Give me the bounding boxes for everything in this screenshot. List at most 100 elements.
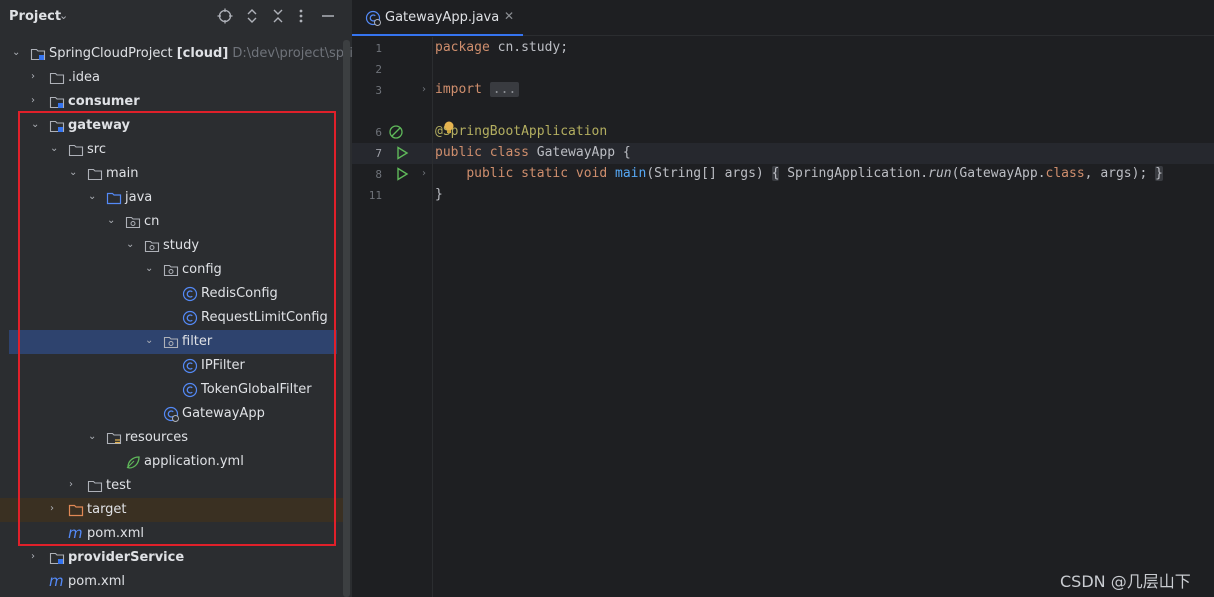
tree-item-label: target	[87, 502, 127, 517]
tree-item-idea[interactable]: › .idea	[0, 66, 343, 90]
project-tool-window: Project ⌄ ⌄ SpringCloudProject [cloud] D…	[0, 0, 352, 597]
maven-icon: m	[68, 524, 83, 542]
folded-imports[interactable]: ...	[489, 82, 520, 97]
code-text: GatewayApp {	[528, 145, 631, 160]
tree-item-cn[interactable]: ⌄ cn	[0, 210, 343, 234]
run-icon[interactable]	[394, 145, 410, 161]
collapse-all-icon[interactable]	[271, 8, 285, 27]
tree-item-label: SpringCloudProject	[49, 46, 173, 61]
tree-item-target[interactable]: › target	[0, 498, 343, 522]
tree-item-label: filter	[182, 334, 213, 349]
code-line-7[interactable]: public class GatewayApp {	[435, 145, 631, 160]
tree-item-root-pom-xml[interactable]: m pom.xml	[0, 570, 343, 594]
tree-item-resources[interactable]: ⌄ resources	[0, 426, 343, 450]
chevron-right-icon[interactable]: ›	[422, 84, 426, 95]
keyword: package	[435, 40, 490, 55]
chevron-down-icon[interactable]: ⌄	[145, 335, 155, 347]
chevron-down-icon[interactable]: ⌄	[107, 215, 117, 227]
folder-icon	[49, 70, 65, 86]
tree-item-label: TokenGlobalFilter	[201, 382, 312, 397]
project-panel-scrollbar[interactable]	[343, 40, 350, 597]
resources-folder-icon	[106, 430, 122, 446]
line-number: 7	[375, 147, 382, 160]
tree-item-filter[interactable]: ⌄ filter	[9, 330, 337, 354]
code-line-11[interactable]: }	[435, 187, 443, 202]
tree-item-providerservice[interactable]: › providerService	[0, 546, 343, 570]
chevron-down-icon[interactable]: ⌄	[59, 9, 68, 22]
chevron-down-icon[interactable]: ⌄	[88, 431, 98, 443]
tree-item-src[interactable]: ⌄ src	[0, 138, 343, 162]
keyword: import	[435, 82, 482, 97]
project-path: D:\dev\project\spring	[232, 46, 352, 61]
tree-item-consumer[interactable]: › consumer	[0, 90, 343, 114]
folded-brace[interactable]: }	[1155, 166, 1163, 181]
line-number: 6	[375, 126, 382, 139]
tree-item-label: resources	[125, 430, 189, 445]
chevron-right-icon[interactable]: ›	[31, 95, 41, 107]
code-line-8[interactable]: public static void main(String[] args) {…	[435, 166, 1163, 181]
lightbulb-icon[interactable]	[442, 120, 458, 136]
code-line-6[interactable]: @SpringBootApplication	[435, 124, 607, 139]
tree-item-springcloudproject[interactable]: ⌄ SpringCloudProject [cloud] D:\dev\proj…	[0, 42, 352, 66]
folder-icon	[87, 166, 103, 182]
chevron-right-icon[interactable]: ›	[422, 168, 426, 179]
hide-icon[interactable]	[321, 8, 335, 27]
chevron-right-icon[interactable]: ›	[50, 503, 60, 515]
code-line-3[interactable]: import ...	[435, 82, 520, 97]
chevron-down-icon[interactable]: ⌄	[50, 143, 60, 155]
tree-item-study[interactable]: ⌄ study	[0, 234, 343, 258]
line-number: 1	[375, 42, 382, 55]
tree-item-tokenglobalfilter[interactable]: TokenGlobalFilter	[0, 378, 343, 402]
chevron-down-icon[interactable]: ⌄	[31, 119, 41, 131]
chevron-down-icon[interactable]: ⌄	[126, 239, 136, 251]
spring-bean-icon[interactable]	[388, 124, 404, 140]
annotation: SpringBootApplication	[442, 124, 608, 139]
code-text: }	[435, 187, 443, 202]
tree-item-label: providerService	[68, 550, 185, 565]
code-text: SpringApplication.	[779, 166, 929, 181]
tree-item-pom-xml[interactable]: m pom.xml	[0, 522, 343, 546]
chevron-right-icon[interactable]: ›	[31, 71, 41, 83]
locate-icon[interactable]	[217, 8, 233, 27]
editor-tab-gatewayapp[interactable]: GatewayApp.java ✕	[352, 0, 523, 36]
tree-item-ipfilter[interactable]: IPFilter	[0, 354, 343, 378]
chevron-down-icon[interactable]: ⌄	[69, 167, 79, 179]
options-icon[interactable]	[298, 8, 304, 27]
tree-item-java[interactable]: ⌄ java	[0, 186, 343, 210]
line-number: 11	[368, 189, 382, 202]
module-folder-icon	[49, 550, 65, 566]
tree-item-main[interactable]: ⌄ main	[0, 162, 343, 186]
close-icon[interactable]: ✕	[504, 9, 514, 23]
tree-item-requestlimitconfig[interactable]: RequestLimitConfig	[0, 306, 343, 330]
tree-item-label: consumer	[68, 94, 140, 109]
tree-item-label: RedisConfig	[201, 286, 278, 301]
expand-all-icon[interactable]	[245, 8, 259, 27]
tab-label: GatewayApp.java	[385, 10, 500, 25]
tree-item-label: src	[87, 142, 106, 157]
keyword: class	[1045, 166, 1085, 181]
tree-item-application-yml[interactable]: application.yml	[0, 450, 343, 474]
code-text: cn.study;	[489, 40, 569, 55]
chevron-right-icon[interactable]: ›	[69, 479, 79, 491]
java-class-icon	[182, 382, 198, 398]
tree-item-redisconfig[interactable]: RedisConfig	[0, 282, 343, 306]
editor-gutter: 1 2 3 6 7 8 11 › ›	[352, 37, 432, 597]
code-line-1[interactable]: package cn.study;	[435, 40, 568, 55]
package-icon	[163, 334, 179, 350]
project-view-selector[interactable]: Project	[9, 9, 61, 24]
tree-item-config[interactable]: ⌄ config	[0, 258, 343, 282]
method-name: main	[615, 166, 647, 181]
chevron-right-icon[interactable]: ›	[31, 551, 41, 563]
module-folder-icon	[30, 46, 46, 62]
tree-item-gateway[interactable]: ⌄ gateway	[0, 114, 343, 138]
chevron-down-icon[interactable]: ⌄	[12, 47, 22, 59]
chevron-down-icon[interactable]: ⌄	[145, 263, 155, 275]
code-text: , args);	[1084, 166, 1148, 181]
chevron-down-icon[interactable]: ⌄	[88, 191, 98, 203]
run-icon[interactable]	[394, 166, 410, 182]
java-class-icon	[182, 310, 198, 326]
maven-icon: m	[49, 572, 64, 590]
tree-item-test[interactable]: › test	[0, 474, 343, 498]
tree-item-label: gateway	[68, 118, 130, 133]
tree-item-gatewayapp[interactable]: GatewayApp	[0, 402, 343, 426]
